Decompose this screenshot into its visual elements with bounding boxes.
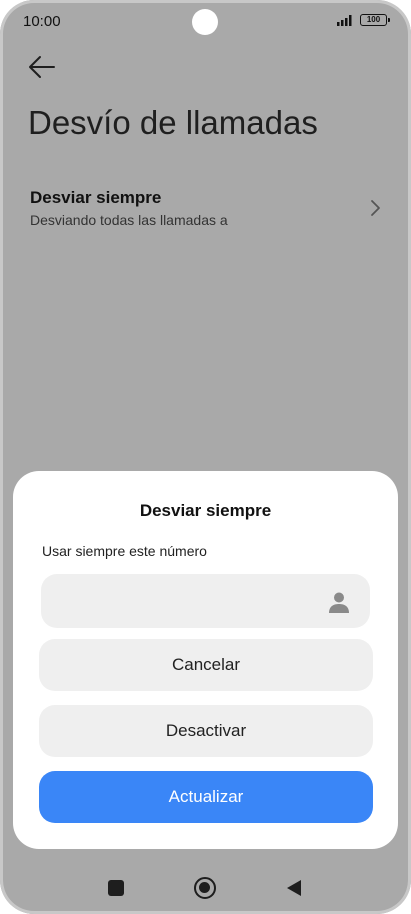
front-camera <box>192 9 218 35</box>
navigation-bar <box>0 862 411 914</box>
circle-home-icon[interactable] <box>194 877 216 899</box>
battery-icon: 100 <box>360 14 390 26</box>
deactivate-button[interactable]: Desactivar <box>39 705 373 757</box>
dialog-label: Usar siempre este número <box>42 543 207 559</box>
setting-title: Desviar siempre <box>30 188 162 207</box>
forward-dialog: Desviar siempre Usar siempre este número… <box>13 471 398 849</box>
square-recents-icon[interactable] <box>108 880 124 896</box>
dialog-title: Desviar siempre <box>139 501 272 520</box>
signal-icon <box>337 15 352 26</box>
arrow-left-icon[interactable] <box>28 54 56 80</box>
battery-level: 100 <box>366 15 381 24</box>
chevron-right-icon <box>371 200 380 216</box>
phone-number-input[interactable] <box>41 574 321 628</box>
update-button[interactable]: Actualizar <box>39 771 373 823</box>
contact-person-icon[interactable] <box>327 590 351 614</box>
setting-row-always-forward[interactable]: Desviar siempre Desviando todas las llam… <box>0 176 411 242</box>
triangle-back-icon[interactable] <box>285 879 303 897</box>
cancel-button[interactable]: Cancelar <box>39 639 373 691</box>
phone-number-field[interactable] <box>41 574 370 628</box>
status-time: 10:00 <box>23 13 61 30</box>
phone-screen: 10:00 100 Desvío de llamadas Desviar sie… <box>0 0 411 914</box>
status-bar: 10:00 100 <box>0 0 411 42</box>
setting-subtitle: Desviando todas las llamadas a <box>30 212 228 228</box>
page-title: Desvío de llamadas <box>28 104 318 141</box>
